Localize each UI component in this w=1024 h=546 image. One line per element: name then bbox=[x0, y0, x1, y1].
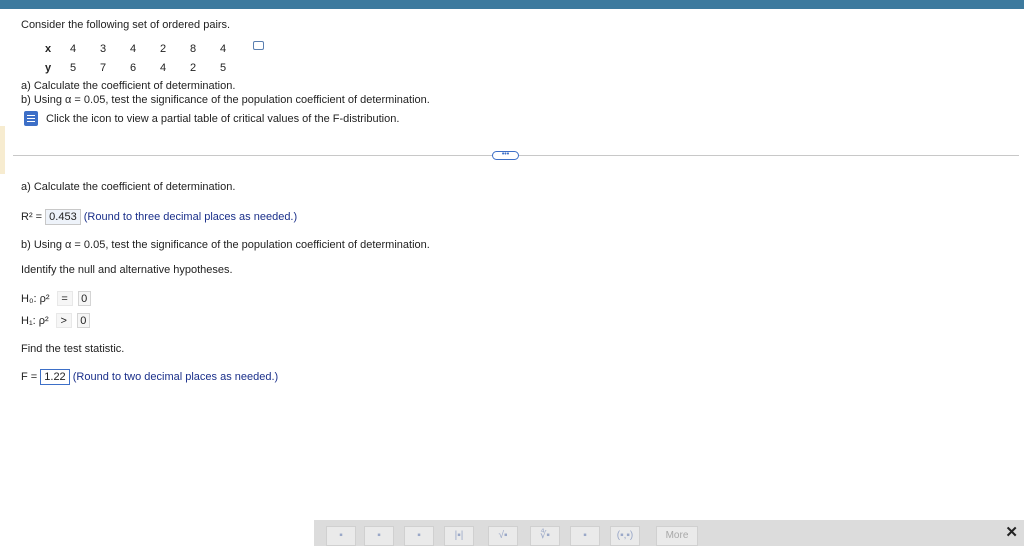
answer-part-b-heading: b) Using α = 0.05, test the significance… bbox=[21, 239, 430, 251]
f-table-book-icon[interactable] bbox=[24, 111, 38, 126]
exponent-icon: ▪ bbox=[417, 530, 421, 541]
f-label: F = bbox=[21, 371, 38, 383]
nth-root-icon: ∜▪ bbox=[540, 530, 550, 541]
x-value: 4 bbox=[219, 42, 227, 55]
y-value: 2 bbox=[189, 61, 197, 74]
square-root-button[interactable]: √▪ bbox=[488, 526, 518, 546]
subscript-button[interactable]: ▪ bbox=[570, 526, 600, 546]
y-row: y 5 7 6 4 2 5 bbox=[38, 58, 238, 77]
close-icon[interactable]: ✕ bbox=[1005, 523, 1018, 541]
x-value: 8 bbox=[189, 42, 197, 55]
answer-part-a-heading: a) Calculate the coefficient of determin… bbox=[21, 181, 236, 193]
y-value: 6 bbox=[129, 61, 137, 74]
y-value: 4 bbox=[159, 61, 167, 74]
more-button[interactable]: More bbox=[656, 526, 698, 546]
fraction-icon: ▪ bbox=[339, 530, 343, 541]
math-toolbar: ▪ ▪ ▪ |▪| √▪ ∜▪ ▪ (▪,▪) More bbox=[314, 520, 1024, 546]
x-row: x 4 3 4 2 8 4 bbox=[38, 39, 238, 58]
top-bar bbox=[0, 0, 1024, 9]
y-value: 5 bbox=[219, 61, 227, 74]
alt-hypothesis-row: H₁: ρ² > 0 bbox=[21, 313, 90, 328]
x-value: 4 bbox=[129, 42, 137, 55]
mixed-number-button[interactable]: ▪ bbox=[364, 526, 394, 546]
x-header: x bbox=[44, 42, 52, 55]
f-answer-row: F = 1.22 (Round to two decimal places as… bbox=[21, 369, 278, 385]
nth-root-button[interactable]: ∜▪ bbox=[530, 526, 560, 546]
interval-button[interactable]: (▪,▪) bbox=[610, 526, 640, 546]
h1-label: H₁: ρ² bbox=[21, 315, 49, 327]
r2-label: R² = bbox=[21, 211, 43, 223]
fraction-button[interactable]: ▪ bbox=[326, 526, 356, 546]
subscript-icon: ▪ bbox=[583, 530, 587, 541]
x-value: 4 bbox=[69, 42, 77, 55]
exponent-button[interactable]: ▪ bbox=[404, 526, 434, 546]
r2-answer-row: R² = 0.453 (Round to three decimal place… bbox=[21, 209, 297, 225]
absolute-value-button[interactable]: |▪| bbox=[444, 526, 474, 546]
x-value: 3 bbox=[99, 42, 107, 55]
r2-rounding-hint: (Round to three decimal places as needed… bbox=[83, 211, 298, 223]
y-value: 7 bbox=[99, 61, 107, 74]
y-header: y bbox=[44, 61, 52, 74]
question-intro: Consider the following set of ordered pa… bbox=[21, 19, 231, 31]
mixed-number-icon: ▪ bbox=[377, 530, 381, 541]
question-part-a: a) Calculate the coefficient of determin… bbox=[21, 80, 236, 92]
h1-operator-dropdown[interactable]: > bbox=[55, 313, 72, 328]
question-part-b: b) Using α = 0.05, test the significance… bbox=[21, 94, 430, 106]
h0-label: H₀: ρ² bbox=[21, 293, 50, 305]
absolute-value-icon: |▪| bbox=[454, 530, 464, 541]
interval-icon: (▪,▪) bbox=[616, 530, 634, 541]
h0-value-dropdown[interactable]: 0 bbox=[77, 291, 91, 306]
copy-data-icon[interactable] bbox=[253, 41, 264, 50]
ordered-pairs-table: x 4 3 4 2 8 4 y 5 7 6 4 2 5 bbox=[38, 39, 238, 77]
y-value: 5 bbox=[69, 61, 77, 74]
null-hypothesis-row: H₀: ρ² = 0 bbox=[21, 291, 91, 306]
f-rounding-hint: (Round to two decimal places as needed.) bbox=[72, 371, 279, 383]
expand-pill-button[interactable]: ••• bbox=[492, 151, 519, 160]
f-answer-field[interactable]: 1.22 bbox=[40, 369, 70, 385]
h1-value-dropdown[interactable]: 0 bbox=[76, 313, 90, 328]
h0-operator-dropdown[interactable]: = bbox=[56, 291, 73, 306]
r2-answer-field[interactable]: 0.453 bbox=[45, 209, 81, 225]
x-value: 2 bbox=[159, 42, 167, 55]
test-statistic-prompt: Find the test statistic. bbox=[21, 343, 125, 355]
f-table-link-text: Click the icon to view a partial table o… bbox=[46, 113, 400, 125]
left-highlight-marker bbox=[0, 126, 5, 174]
square-root-icon: √▪ bbox=[498, 530, 508, 541]
hypotheses-prompt: Identify the null and alternative hypoth… bbox=[21, 264, 233, 276]
